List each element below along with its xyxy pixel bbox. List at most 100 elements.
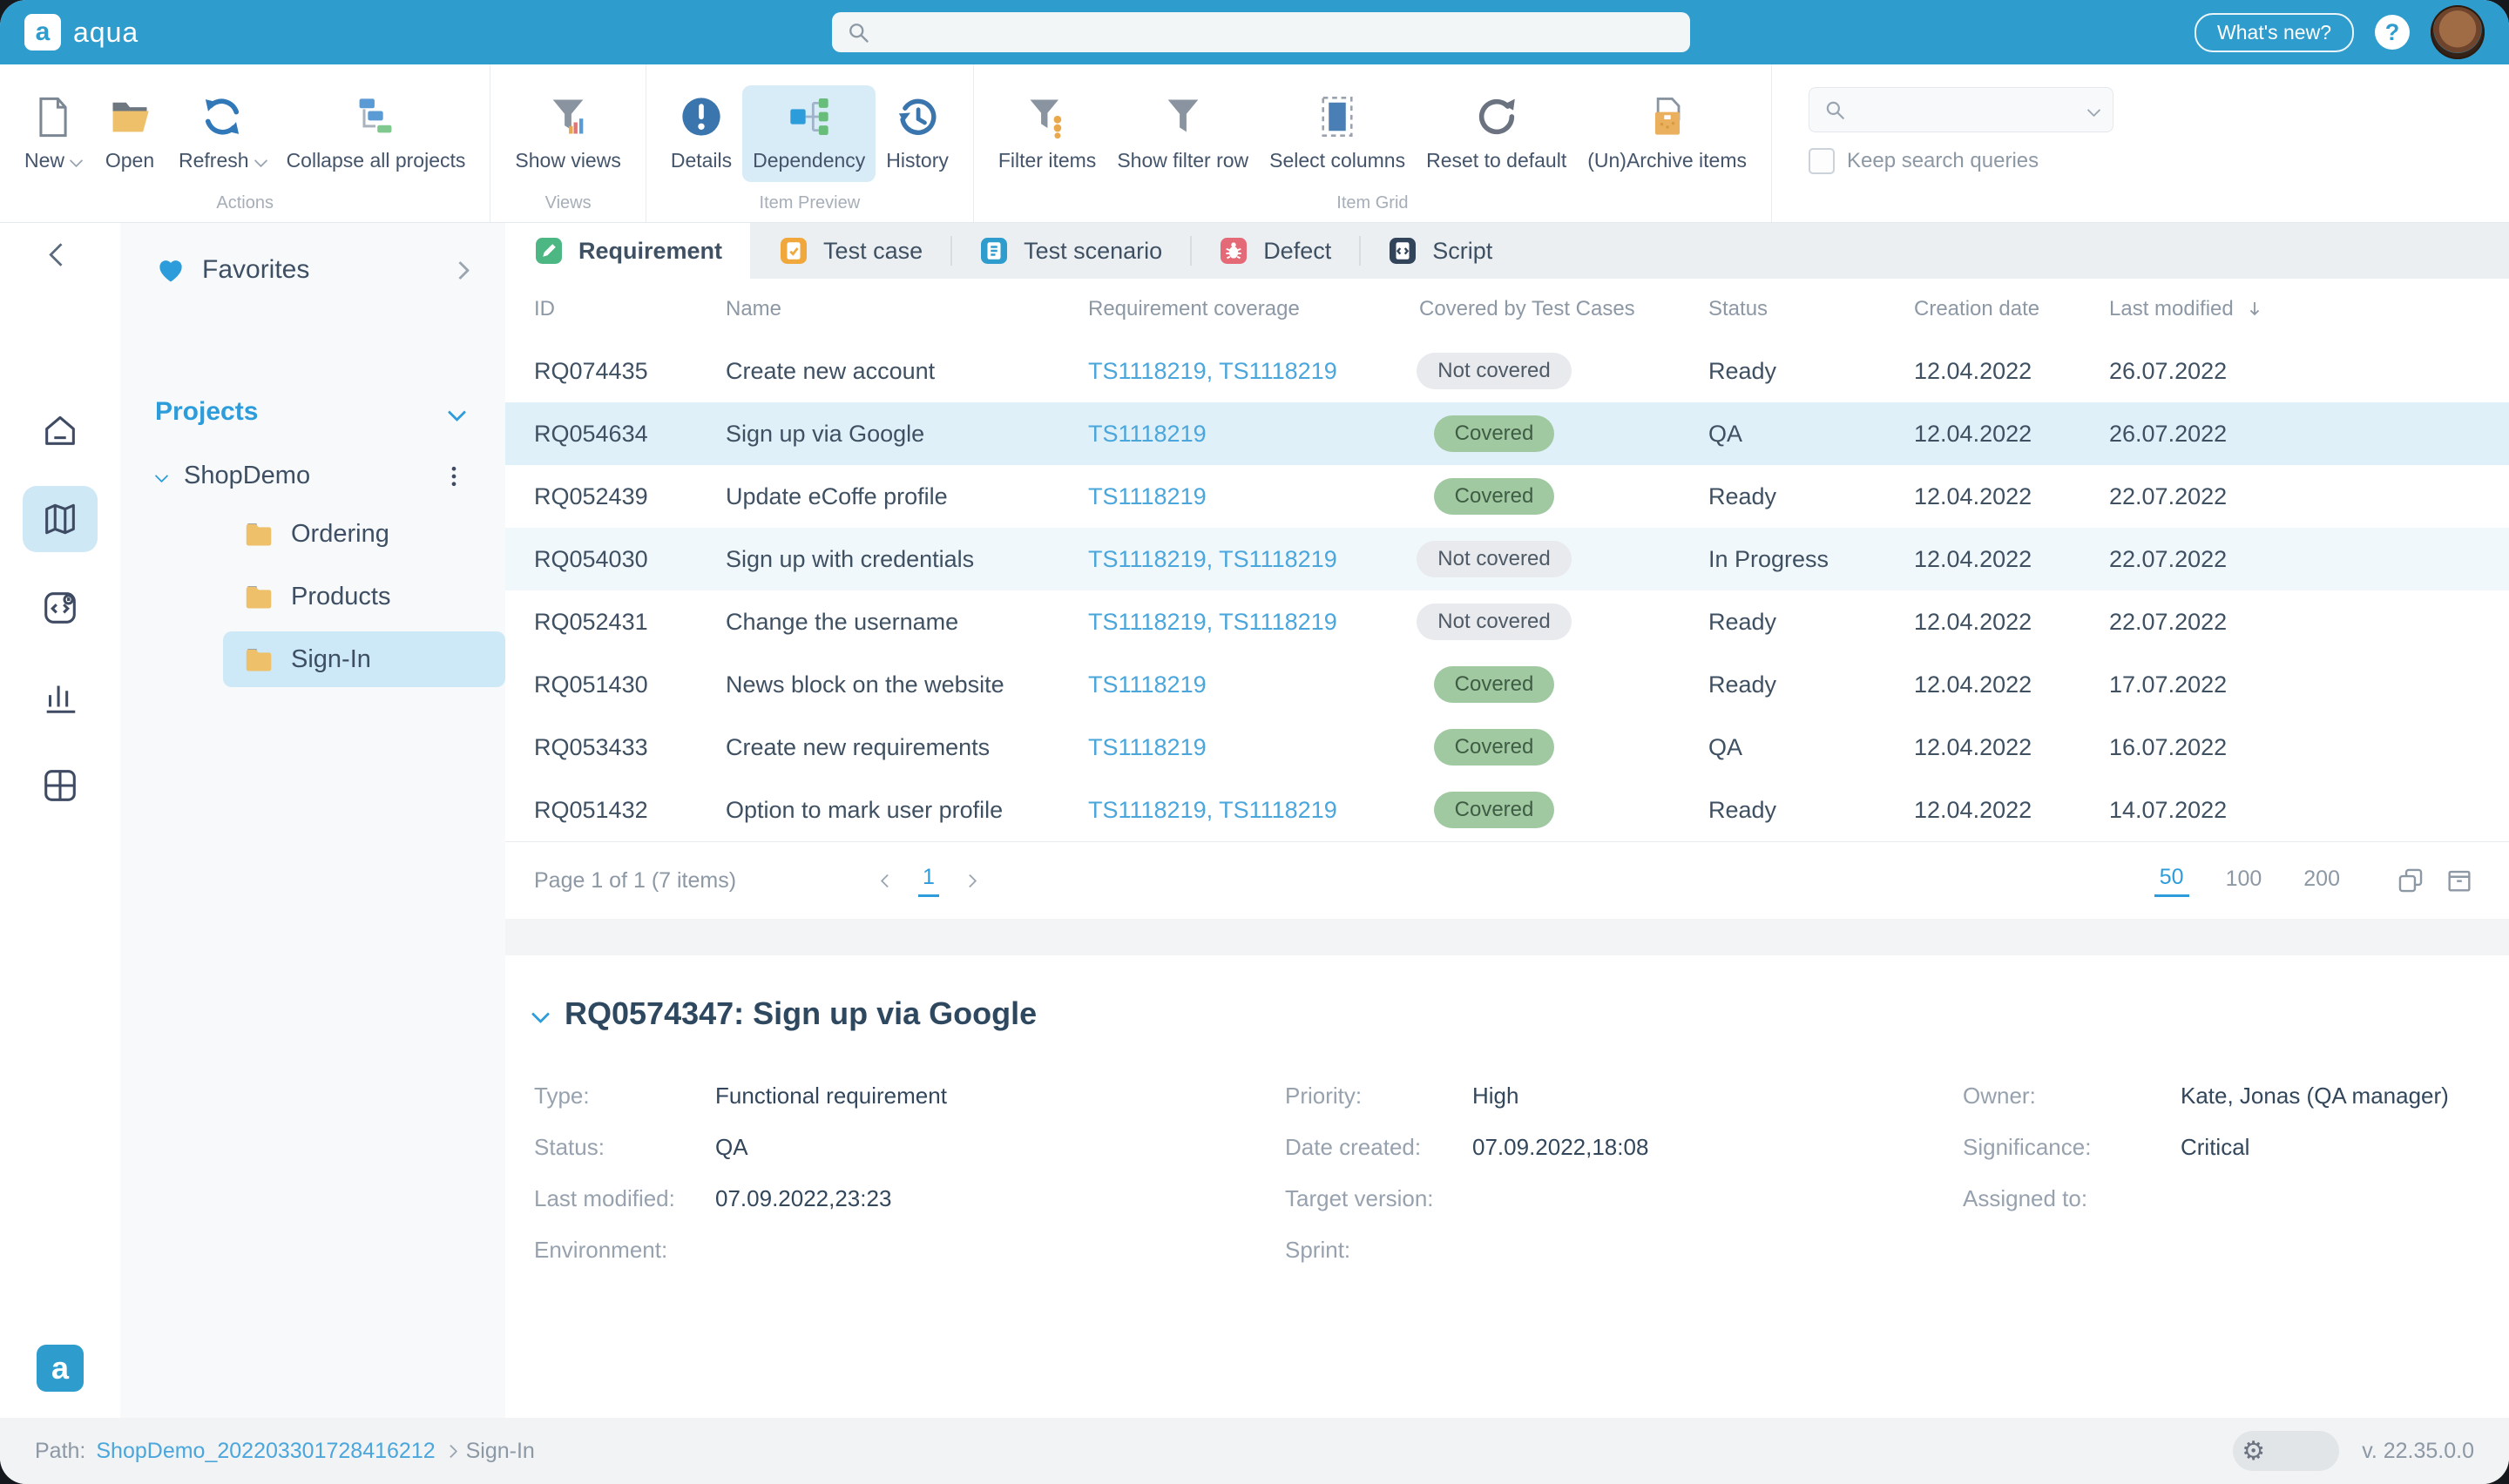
path-project-link[interactable]: ShopDemo_202203301728416212: [96, 1439, 435, 1464]
sort-descending-icon: [2249, 302, 2259, 316]
cell-covered: Covered: [1407, 792, 1708, 828]
help-button[interactable]: ?: [2375, 15, 2410, 50]
archive-icon[interactable]: [2445, 866, 2474, 895]
coverage-link[interactable]: TS1118219: [1088, 421, 1207, 447]
table-row[interactable]: RQ051430 News block on the website TS11182…: [505, 653, 2509, 716]
global-search[interactable]: [832, 12, 1690, 52]
coverage-link[interactable]: TS1118219, TS1118219: [1088, 358, 1337, 384]
refresh-button[interactable]: Refresh: [168, 85, 276, 182]
details-button[interactable]: Details: [660, 85, 742, 182]
unarchive-items-button[interactable]: (Un)Archive items: [1577, 85, 1757, 182]
nav-test-execution[interactable]: [23, 575, 98, 641]
preview-field: Significance: Critical: [1963, 1134, 2509, 1162]
refresh-icon: [205, 98, 239, 135]
tree-node-folder[interactable]: Products: [223, 569, 505, 624]
filter-items-button[interactable]: Filter items: [988, 85, 1106, 182]
tab-script[interactable]: Script: [1359, 223, 1520, 279]
coverage-link[interactable]: TS1118219, TS1118219: [1088, 609, 1337, 635]
next-page-icon[interactable]: [963, 874, 977, 887]
table-row[interactable]: RQ052439 Update eCoffe profile TS1118219 Co…: [505, 465, 2509, 528]
page-size-100[interactable]: 100: [2221, 866, 2268, 896]
nav-home[interactable]: [23, 397, 98, 463]
chevron-down-icon[interactable]: [447, 402, 467, 422]
dependency-button[interactable]: Dependency: [742, 85, 876, 182]
cell-requirement-coverage: TS1118219, TS1118219: [1088, 609, 1407, 636]
copy-icon[interactable]: [2396, 866, 2425, 895]
previous-page-icon[interactable]: [880, 874, 895, 887]
logo-letter: a: [35, 17, 51, 46]
collapse-sidebar-button[interactable]: [47, 243, 74, 266]
show-filter-row-button[interactable]: Show filter row: [1106, 85, 1259, 182]
settings-toggle[interactable]: ⚙: [2233, 1431, 2340, 1471]
coverage-link[interactable]: TS1118219: [1088, 734, 1207, 760]
current-page[interactable]: 1: [918, 865, 939, 897]
table-row[interactable]: RQ054634 Sign up via Google TS1118219 Cover…: [505, 402, 2509, 465]
new-button[interactable]: New: [14, 85, 91, 182]
select-columns-button[interactable]: Select columns: [1259, 85, 1416, 182]
whats-new-button[interactable]: What's new?: [2195, 12, 2354, 52]
tree-node-project[interactable]: ShopDemo: [120, 453, 505, 499]
collapse-all-projects-button[interactable]: Collapse all projects: [276, 85, 477, 182]
tab-test-scenario[interactable]: Test scenario: [950, 223, 1190, 279]
coverage-link[interactable]: TS1118219: [1088, 671, 1207, 698]
table-row[interactable]: RQ074435 Create new account TS1118219, TS1…: [505, 340, 2509, 402]
aqua-logo-small: a: [37, 1345, 84, 1392]
show-views-button[interactable]: Show views: [504, 85, 631, 182]
history-button[interactable]: History: [876, 85, 959, 182]
coverage-link[interactable]: TS1118219, TS1118219: [1088, 546, 1337, 572]
cell-last-modified: 22.07.2022: [2109, 608, 2228, 635]
kebab-menu-icon[interactable]: [441, 463, 467, 489]
tab-test-case[interactable]: Test case: [750, 223, 950, 279]
column-header-name[interactable]: Name: [726, 297, 1088, 321]
tab-defect[interactable]: Defect: [1190, 223, 1359, 279]
reset-to-default-button[interactable]: Reset to default: [1416, 85, 1577, 182]
table-row[interactable]: RQ053433 Create new requirements TS1118219…: [505, 716, 2509, 779]
column-header-covered-by-test-cases[interactable]: Covered by Test Cases: [1407, 297, 1708, 321]
cell-requirement-coverage: TS1118219, TS1118219: [1088, 546, 1407, 573]
project-panel: Favorites Projects ShopDemo Ordering Prod…: [120, 223, 505, 1418]
column-header-id[interactable]: ID: [534, 297, 726, 321]
table-row[interactable]: RQ052431 Change the username TS1118219, TS…: [505, 590, 2509, 653]
field-value: High: [1472, 1083, 1519, 1109]
home-icon: [45, 415, 75, 445]
tree-node-folder[interactable]: Sign-In: [223, 631, 505, 687]
field-label: Sprint:: [1285, 1237, 1351, 1263]
chevron-right-icon[interactable]: [450, 260, 470, 280]
search-queries-dropdown[interactable]: [1808, 87, 2113, 132]
column-header-last-modified[interactable]: Last modified: [2109, 297, 2336, 321]
table-row[interactable]: RQ051432 Option to mark user profile TS111…: [505, 779, 2509, 841]
views-filter-icon: [552, 99, 584, 134]
collapse-preview-icon[interactable]: [531, 1004, 551, 1023]
user-avatar[interactable]: [2431, 5, 2485, 59]
cell-requirement-coverage: TS1118219: [1088, 421, 1407, 448]
column-header-requirement-coverage[interactable]: Requirement coverage: [1088, 297, 1407, 321]
cell-requirement-coverage: TS1118219: [1088, 483, 1407, 510]
nav-dashboards[interactable]: [23, 752, 98, 819]
coverage-link[interactable]: TS1118219: [1088, 483, 1207, 509]
table-row[interactable]: RQ054030 Sign up with credentials TS111821…: [505, 528, 2509, 590]
archive-items-icon: [1654, 98, 1681, 135]
cell-id: RQ052439: [534, 482, 648, 509]
global-search-input[interactable]: [879, 19, 1676, 45]
coverage-link[interactable]: TS1118219, TS1118219: [1088, 797, 1337, 823]
tab-label: Requirement: [578, 237, 723, 264]
nav-projects[interactable]: [23, 486, 98, 552]
column-header-creation-date[interactable]: Creation date: [1914, 297, 2109, 321]
page-size-200[interactable]: 200: [2298, 866, 2345, 896]
column-header-status[interactable]: Status: [1708, 297, 1914, 321]
tab-requirement[interactable]: Requirement: [505, 223, 751, 279]
open-button[interactable]: Open: [91, 85, 168, 182]
cell-name: Create new requirements: [726, 733, 991, 760]
cell-last-modified: 17.07.2022: [2109, 671, 2228, 698]
cell-id: RQ054030: [534, 545, 648, 572]
cell-id: RQ074435: [534, 357, 648, 384]
tree-node-folder[interactable]: Ordering: [223, 506, 505, 562]
keep-search-queries-checkbox[interactable]: [1808, 148, 1835, 174]
field-label: Date created:: [1285, 1134, 1422, 1160]
page-size-50[interactable]: 50: [2154, 864, 2189, 897]
chevron-down-icon: [69, 153, 84, 168]
cell-requirement-coverage: TS1118219: [1088, 734, 1407, 761]
page-summary: Page 1 of 1 (7 items): [534, 867, 737, 893]
nav-reports[interactable]: [23, 664, 98, 730]
item-preview-panel: RQ0574347: Sign up via Google Type: Funct…: [505, 955, 2509, 1418]
